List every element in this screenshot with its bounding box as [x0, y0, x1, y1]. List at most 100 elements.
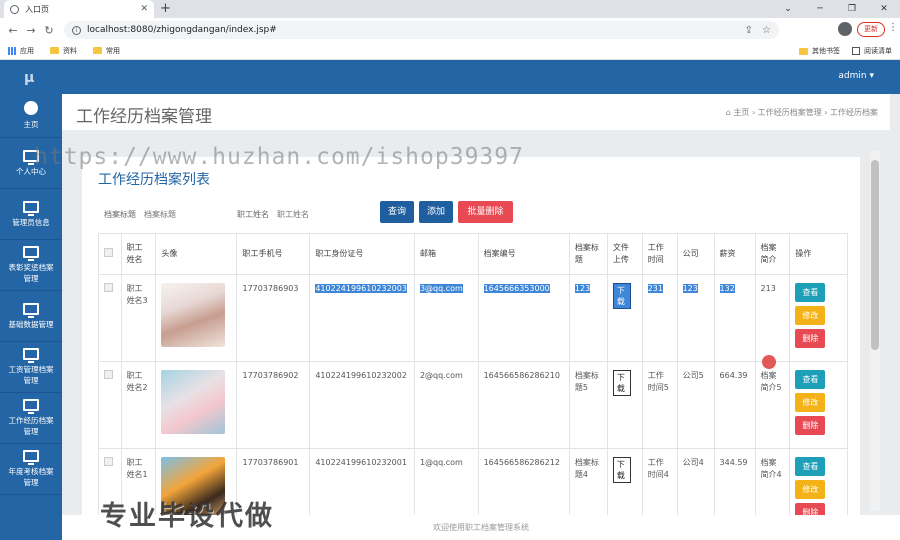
reading-list[interactable]: 阅读清单	[852, 46, 892, 56]
new-tab-button[interactable]: +	[160, 1, 171, 16]
breadcrumb: ⌂ 主页 › 工作经历档案管理 › 工作经历档案	[725, 108, 878, 117]
select-all-checkbox[interactable]	[104, 247, 113, 257]
sidebar-item-home[interactable]: 主页	[0, 94, 62, 138]
view-button[interactable]: 查看	[795, 370, 826, 389]
breadcrumb-home[interactable]: ⌂ 主页	[726, 108, 750, 117]
sidebar-item-basic-data[interactable]: 基础数据管理	[0, 291, 62, 342]
logo: μ	[24, 70, 35, 86]
monitor-icon	[23, 200, 39, 216]
row-checkbox[interactable]	[104, 370, 113, 379]
cell-idcard: 410224199610232001	[309, 448, 415, 515]
restore-icon[interactable]: ❐	[836, 0, 868, 18]
monitor-icon	[23, 399, 39, 414]
delete-button[interactable]: 删除	[795, 416, 826, 435]
url-input[interactable]: i localhost:8080/zhigongdangan/index.jsp…	[64, 21, 779, 39]
cell-archive-no: 164566586286212	[477, 448, 570, 515]
panel-heading: 工作经历档案列表	[98, 172, 210, 188]
menu-icon[interactable]: ⋮	[888, 22, 898, 33]
address-bar: ← → ↻ i localhost:8080/zhigongdangan/ind…	[0, 18, 900, 42]
bookmark-other[interactable]: 其他书签	[799, 46, 840, 56]
forward-icon[interactable]: →	[22, 24, 40, 37]
edit-button[interactable]: 修改	[795, 480, 826, 499]
col-header: 档案编号	[477, 233, 570, 275]
folder-icon	[93, 47, 102, 54]
add-button[interactable]: 添加	[419, 201, 453, 223]
col-header: 档案标题	[568, 233, 608, 275]
scrollbar-thumb[interactable]	[871, 160, 879, 350]
reload-icon[interactable]: ↻	[40, 24, 58, 37]
delete-button[interactable]: 删除	[795, 329, 826, 348]
delete-button[interactable]: 删除	[795, 503, 826, 515]
cell-title: 123	[574, 284, 591, 293]
bookmark-folder[interactable]: 资料	[50, 46, 77, 56]
avatar	[161, 370, 226, 434]
sidebar-item-work-history[interactable]: 工作经历档案管理	[0, 393, 62, 444]
sidebar-item-salary[interactable]: 工资管理档案管理	[0, 342, 62, 393]
back-icon[interactable]: ←	[4, 24, 22, 37]
sidebar-item-admin[interactable]: 管理员信息	[0, 189, 62, 240]
profile-avatar[interactable]	[838, 22, 852, 36]
edit-button[interactable]: 修改	[795, 393, 826, 412]
reading-list-icon	[852, 47, 860, 55]
page-header: 工作经历档案管理 ⌂ 主页 › 工作经历档案管理 › 工作经历档案	[62, 94, 890, 130]
query-button[interactable]: 查询	[380, 201, 414, 223]
cell-name: 职工姓名2	[120, 361, 157, 449]
globe-icon	[10, 4, 19, 14]
cell-email: 1@qq.com	[413, 448, 479, 515]
row-checkbox[interactable]	[104, 283, 113, 292]
monitor-icon	[23, 246, 39, 261]
row-actions: 查看 修改 删除	[795, 283, 842, 348]
col-header: 操作	[789, 233, 848, 275]
download-link[interactable]: 下载	[612, 457, 631, 483]
batch-delete-button[interactable]: 批量删除	[458, 201, 513, 223]
cell-company: 123	[682, 284, 698, 293]
bookmark-apps[interactable]: 应用	[8, 46, 34, 56]
avatar	[161, 283, 226, 347]
view-button[interactable]: 查看	[795, 283, 826, 302]
browser-tab[interactable]: 入口页 ✕	[4, 0, 154, 18]
bookmark-folder[interactable]: 常用	[93, 46, 120, 56]
cell-idcard: 410224199610232002	[309, 361, 415, 449]
info-icon[interactable]: i	[72, 25, 81, 35]
dashboard-icon	[24, 101, 38, 115]
minimize-icon[interactable]: ─	[804, 0, 836, 18]
sidebar-item-annual-review[interactable]: 年度考核档案管理	[0, 444, 62, 495]
edit-button[interactable]: 修改	[795, 306, 826, 325]
breadcrumb-current: 工作经历档案	[830, 108, 878, 117]
search-name-input[interactable]	[277, 205, 352, 223]
close-window-icon[interactable]: ✕	[868, 0, 900, 18]
col-header: 职工手机号	[236, 233, 311, 275]
cell-intro: 档案简介5	[754, 361, 791, 449]
cell-intro: 213	[754, 274, 791, 362]
user-menu[interactable]: admin ▾	[838, 71, 874, 81]
download-link[interactable]: 下载	[612, 370, 631, 396]
table-row: 职工姓名2 17703786902 410224199610232002 2@q…	[98, 361, 848, 449]
cell-work-time: 231	[647, 284, 663, 293]
share-icon[interactable]: ⇪	[745, 25, 753, 36]
cell-phone: 17703786902	[236, 361, 311, 449]
cell-idcard: 410224199610232003	[315, 284, 407, 293]
star-icon[interactable]: ☆	[762, 25, 771, 36]
monitor-icon	[23, 450, 39, 465]
data-table: 职工姓名 头像 职工手机号 职工身份证号 邮箱 档案编号 档案标题 文件上传 工…	[98, 233, 848, 515]
search-form: 档案标题 职工姓名	[104, 203, 360, 225]
col-header: 档案简介	[754, 233, 791, 275]
table-row: 职工姓名3 17703786903 410224199610232003 3@q…	[98, 274, 848, 362]
row-checkbox[interactable]	[104, 457, 113, 466]
update-button[interactable]: 更新	[857, 22, 885, 37]
sidebar-item-rewards[interactable]: 表彰奖惩档案管理	[0, 240, 62, 291]
col-header: 头像	[155, 233, 238, 275]
breadcrumb-section[interactable]: 工作经历档案管理	[758, 108, 822, 117]
close-tab-icon[interactable]: ✕	[140, 4, 148, 14]
row-actions: 查看 修改 删除	[795, 370, 842, 435]
row-actions: 查看 修改 删除	[795, 457, 842, 515]
cell-archive-no: 1645666353000	[483, 284, 550, 293]
view-button[interactable]: 查看	[795, 457, 826, 476]
download-link[interactable]: 下载	[612, 283, 631, 309]
cell-email: 3@qq.com	[419, 284, 463, 293]
search-title-input[interactable]	[144, 205, 219, 223]
window-controls: ⌄ ─ ❐ ✕	[772, 0, 900, 18]
chevron-down-icon[interactable]: ⌄	[772, 0, 804, 18]
folder-icon	[50, 47, 59, 54]
bookmarks-bar: 应用 资料 常用 其他书签 阅读清单	[0, 42, 900, 60]
